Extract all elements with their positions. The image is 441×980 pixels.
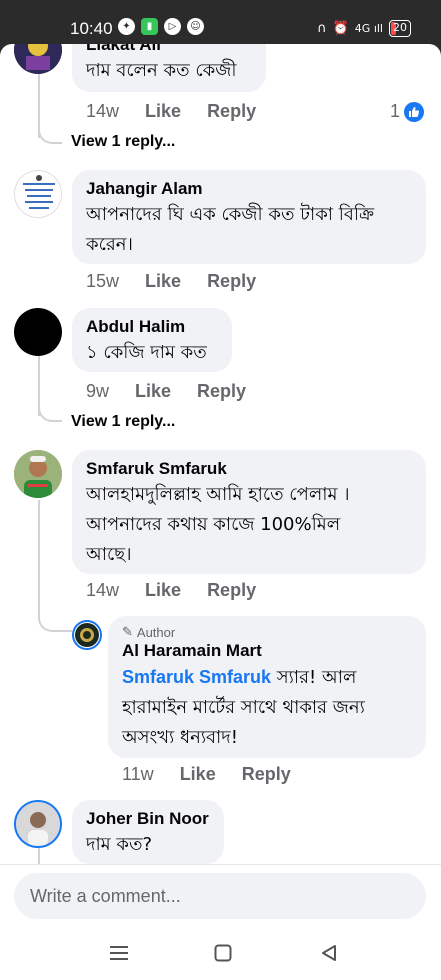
commenter-name[interactable]: Smfaruk Smfaruk <box>86 458 412 480</box>
media-icon: ▷ <box>164 18 181 35</box>
reply-button[interactable]: Reply <box>207 580 256 601</box>
commenter-name[interactable]: Abdul Halim <box>86 316 218 338</box>
commenter-name[interactable]: Joher Bin Noor <box>86 808 210 830</box>
comment-text-line: আপনাদের ঘি এক কেজী কত টাকা বিক্রি <box>86 204 375 225</box>
comment-time: 14w <box>86 101 120 121</box>
home-icon[interactable] <box>210 940 236 966</box>
like-button[interactable]: Like <box>145 101 181 122</box>
comment-bubble[interactable]: Joher Bin Noor দাম কত? <box>72 800 224 864</box>
comment-text: দাম কত? <box>86 834 153 855</box>
comment-time: 15w <box>86 271 120 291</box>
headphones-icon: ∩ <box>317 21 327 36</box>
author-label: Author <box>136 624 176 640</box>
reply-button[interactable]: Reply <box>207 101 256 122</box>
thread-connector <box>38 612 72 632</box>
like-button[interactable]: Like <box>135 381 171 402</box>
thumbs-up-icon <box>404 101 425 122</box>
commenter-name[interactable]: Al Haramain Mart <box>122 640 412 662</box>
signal-icon: 4G ıll <box>354 22 383 35</box>
avatar[interactable] <box>72 620 102 650</box>
author-tag: ✎ Author <box>122 624 412 640</box>
comment-actions: 14w Like Reply <box>86 101 256 122</box>
comment-text: ১ কেজি দাম কত <box>86 342 207 363</box>
thread-connector <box>38 848 40 864</box>
comment-text-line: আপনাদের কথায় কাজে 100%মিল <box>86 514 341 535</box>
thread-connector <box>38 402 62 422</box>
status-notification-icons: ✦ ▮ ▷ ☺ <box>118 18 204 35</box>
view-replies-link[interactable]: View 1 reply... <box>71 413 175 431</box>
menu-icon[interactable] <box>106 940 132 966</box>
comments-sheet: Liakat Ali দাম বলেন কত কেজী 14w Like Rep… <box>0 44 441 926</box>
comment-text: দাম বলেন কত কেজী <box>86 60 237 81</box>
like-button[interactable]: Like <box>145 580 181 601</box>
comment-composer: Write a comment... <box>0 864 441 926</box>
comment-actions: 15w Like Reply <box>86 271 256 292</box>
network-type-label: 4G <box>354 22 371 35</box>
comment-text-line: Smfaruk Smfaruk স্যার! আল <box>122 662 412 693</box>
avatar[interactable] <box>14 308 62 356</box>
reply-button[interactable]: Reply <box>207 271 256 292</box>
system-nav-bar <box>0 926 441 980</box>
comment-time: 9w <box>86 381 110 401</box>
comments-list[interactable]: Liakat Ali দাম বলেন কত কেজী 14w Like Rep… <box>0 44 441 864</box>
pencil-icon: ✎ <box>122 624 133 639</box>
thread-connector <box>38 500 40 620</box>
avatar[interactable] <box>14 450 62 498</box>
comment-text-line: অসংখ্য ধন্যবাদ! <box>122 727 238 748</box>
comment-text-line: করেন। <box>86 234 133 255</box>
reply-button[interactable]: Reply <box>197 381 246 402</box>
reaction-number: 1 <box>390 101 401 121</box>
reply-bubble[interactable]: ✎ Author Al Haramain Mart Smfaruk Smfaru… <box>108 616 426 758</box>
comment-actions: 11w Like Reply <box>122 764 291 785</box>
comment-time: 11w <box>122 764 154 784</box>
avatar[interactable] <box>14 170 62 218</box>
comment-text-line: আছে। <box>86 544 132 565</box>
comment-text-line: আলহামদুলিল্লাহ আমি হাতে পেলাম । <box>86 484 350 505</box>
messenger-icon: ✦ <box>118 18 135 35</box>
comment-input[interactable]: Write a comment... <box>14 873 426 919</box>
shop-icon: ☺ <box>187 18 204 35</box>
alarm-icon: ⏰ <box>332 21 349 36</box>
commenter-name[interactable]: Jahangir Alam <box>86 178 412 200</box>
mention-link[interactable]: Smfaruk Smfaruk <box>122 667 271 687</box>
battery-level: 20 <box>393 21 407 34</box>
app-notification-icon: ▮ <box>141 18 158 35</box>
like-button[interactable]: Like <box>145 271 181 292</box>
reply-button[interactable]: Reply <box>242 764 291 785</box>
comment-bubble[interactable]: Jahangir Alam আপনাদের ঘি এক কেজী কত টাকা… <box>72 170 426 264</box>
comment-bubble[interactable]: Liakat Ali দাম বলেন কত কেজী <box>72 44 266 92</box>
like-button[interactable]: Like <box>180 764 216 785</box>
view-replies-link[interactable]: View 1 reply... <box>71 133 175 151</box>
comment-text-fragment: স্যার! আল <box>271 667 357 688</box>
avatar[interactable] <box>14 800 62 848</box>
commenter-name[interactable]: Liakat Ali <box>86 44 252 56</box>
comment-bubble[interactable]: Abdul Halim ১ কেজি দাম কত <box>72 308 232 372</box>
status-time: 10:40 <box>70 19 113 38</box>
status-system-icons: ∩ ⏰ 4G ıll 20 <box>317 20 411 37</box>
battery-icon: 20 <box>389 20 411 37</box>
avatar[interactable] <box>14 44 62 74</box>
thread-connector <box>38 124 62 144</box>
comment-time: 14w <box>86 580 120 600</box>
comment-bubble[interactable]: Smfaruk Smfaruk আলহামদুলিল্লাহ আমি হাতে … <box>72 450 426 574</box>
comment-actions: 9w Like Reply <box>86 381 246 402</box>
comment-actions: 14w Like Reply <box>86 580 256 601</box>
comment-text-line: হারামাইন মার্টের সাথে থাকার জন্য <box>122 697 365 718</box>
back-icon[interactable] <box>316 940 342 966</box>
reaction-count[interactable]: 1 <box>390 101 425 122</box>
